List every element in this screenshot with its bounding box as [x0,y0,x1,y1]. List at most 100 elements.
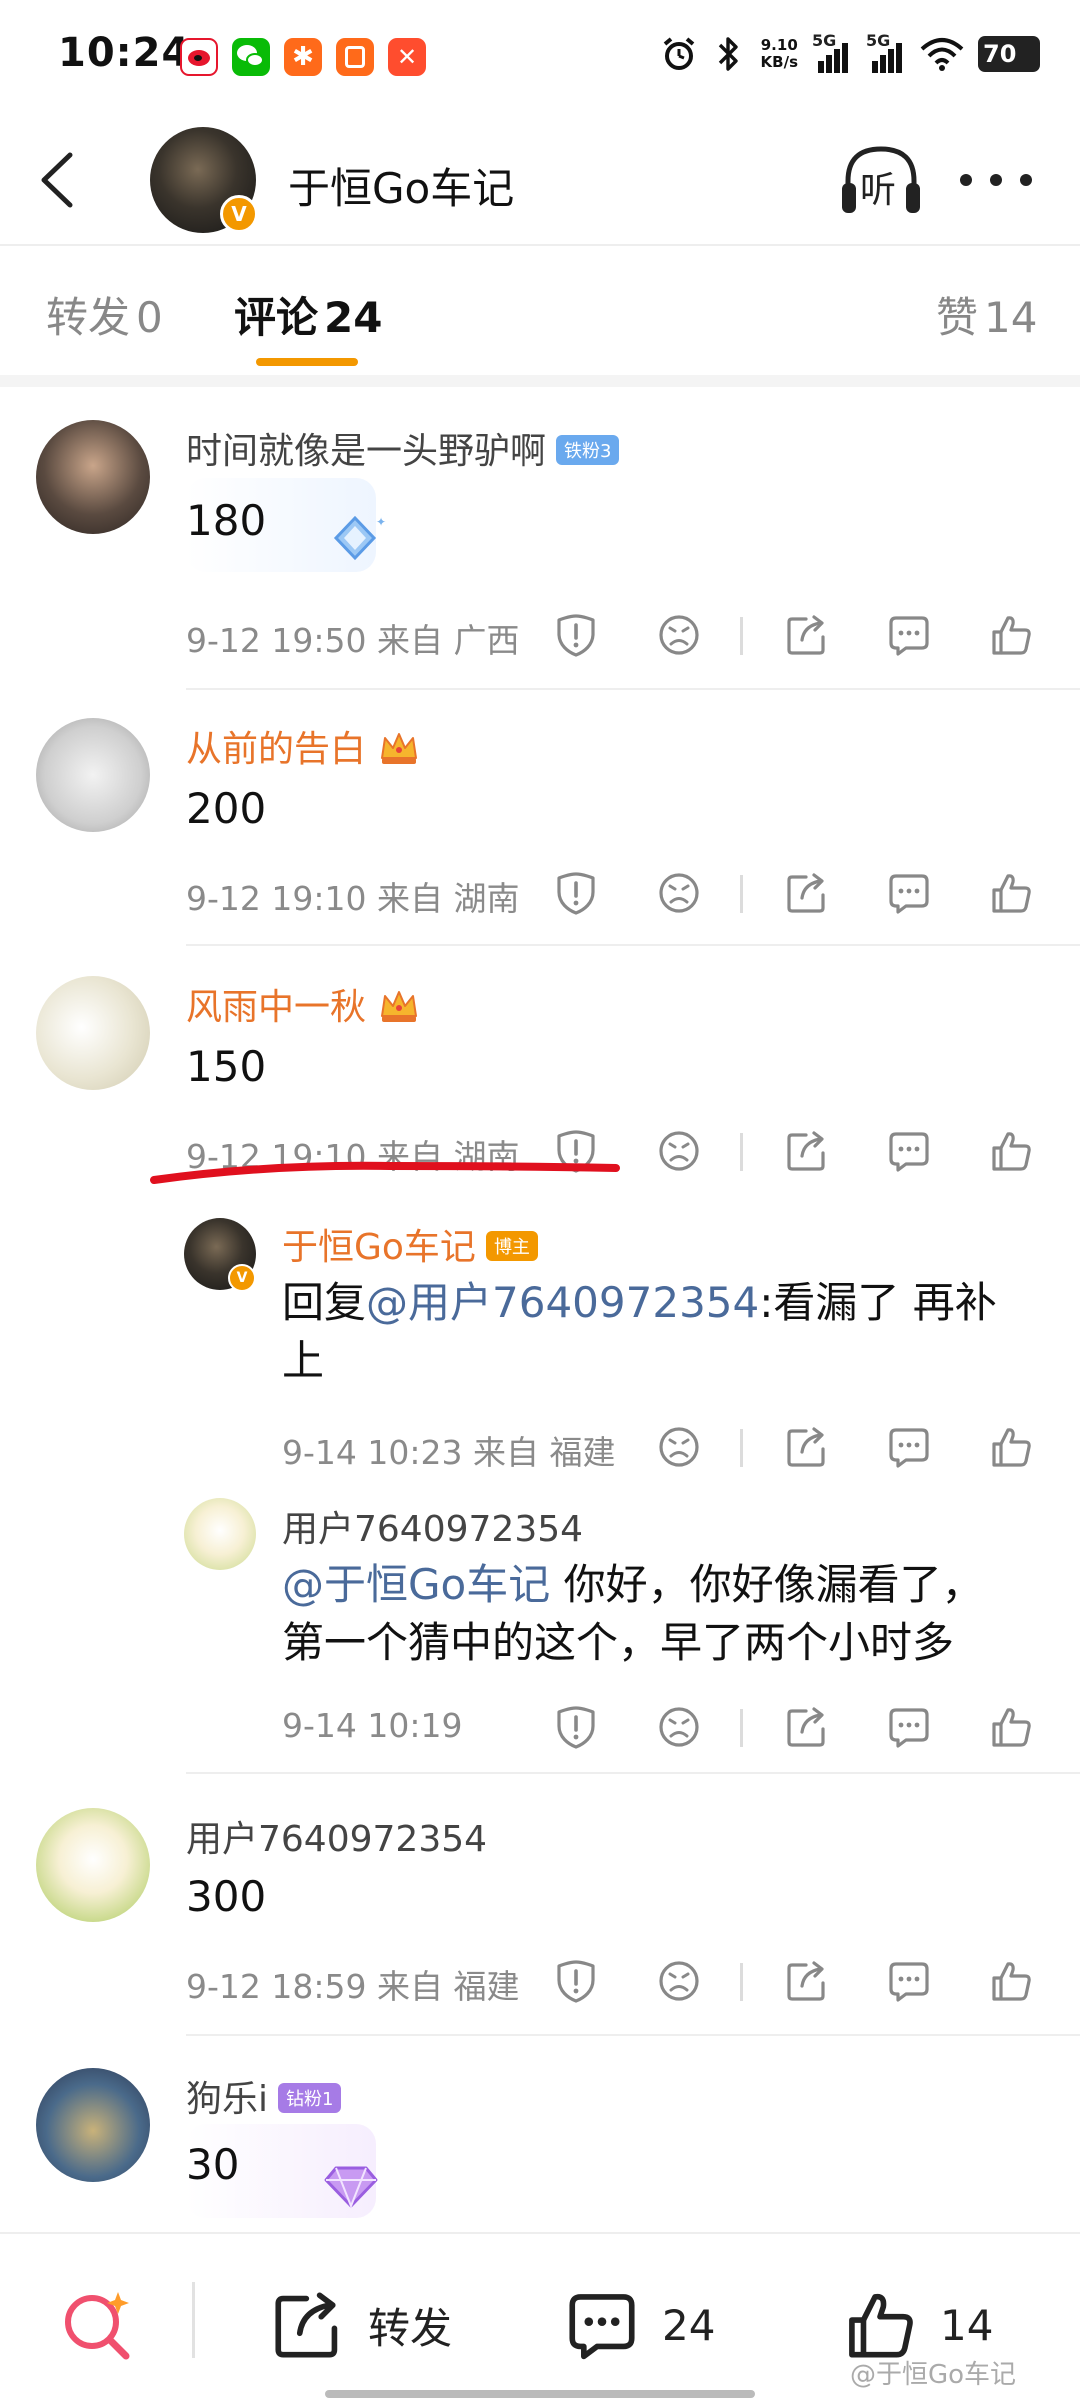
dislike-icon[interactable] [656,1128,702,1174]
comment-username[interactable]: 用户7640972354 [186,1810,487,1862]
share-icon[interactable] [784,1704,830,1750]
reply-avatar[interactable] [184,1498,256,1570]
share-icon[interactable] [784,1424,830,1470]
comment-username[interactable]: 风雨中一秋 [186,978,420,1030]
system-icons: 9.10 KB/s 5G 5G 70 [661,31,1040,74]
signal-1: 5G [812,31,852,73]
more-button[interactable] [960,165,1032,195]
avatar[interactable] [36,420,150,534]
more-dot-icon [990,174,1002,186]
avatar[interactable] [36,2068,150,2182]
tab-bar: 转发 0 评论 24 赞 14 [0,250,1080,370]
repost-button[interactable]: 转发 [270,2290,452,2360]
comment-username[interactable]: 狗乐i 钻粉1 [186,2070,342,2122]
like-icon[interactable] [988,1958,1034,2004]
search-icon[interactable] [58,2286,138,2366]
report-icon[interactable] [553,870,599,916]
home-indicator[interactable] [325,2390,755,2398]
repost-label: 转发 [368,2303,453,2353]
mention-link[interactable]: @于恒Go车记 [282,1560,550,1609]
weibo-icon [180,38,218,76]
comment-icon [569,2294,635,2360]
repost-icon [275,2292,338,2358]
comment-meta: 9-12 18:59 来自 福建 [186,1967,520,2006]
reply-username[interactable]: 用户7640972354 [282,1500,583,1552]
like-icon[interactable] [988,1704,1034,1750]
alarm-icon [661,34,697,74]
comment-username[interactable]: 从前的告白 [186,720,420,772]
comment-meta: 9-12 19:10 来自 湖南 [186,879,520,918]
crown-icon [381,733,418,765]
like-icon[interactable] [988,1424,1034,1470]
dislike-icon[interactable] [656,1704,702,1750]
action-divider [740,1963,743,2001]
reply-text: @于恒Go车记 你好，你好像漏看了， 第一个猜中的这个，早了两个小时多 [282,1560,984,1667]
avatar[interactable] [36,1808,150,1922]
page-title[interactable]: 于恒Go车记 [288,155,514,216]
header: V 于恒Go车记 听 [0,115,1080,245]
reply-icon[interactable] [886,1424,932,1470]
purple-diamond-sticker-icon [324,2166,378,2209]
comment-text: 300 [186,1872,267,1921]
fan-badge: 铁粉3 [556,435,620,465]
blogger-badge: 博主 [485,1231,538,1261]
reply-icon[interactable] [886,1958,932,2004]
red-underline-annotation [150,1161,620,1184]
mention-link[interactable]: @用户7640972354 [366,1278,759,1327]
reply-meta: 9-14 10:23 来自 福建 [282,1433,616,1472]
avatar[interactable] [36,718,150,832]
dislike-icon[interactable] [656,612,702,658]
dislike-icon[interactable] [656,870,702,916]
back-button[interactable] [30,145,90,215]
comment-button[interactable]: 24 [564,2290,715,2360]
reply-icon[interactable] [886,1128,932,1174]
bluetooth-icon [711,34,747,74]
reply-text: 回复@用户7640972354:看漏了 再补上 [282,1278,997,1385]
report-icon[interactable] [553,612,599,658]
tab-reposts[interactable]: 转发 0 [46,284,163,345]
comment-divider [186,688,1080,690]
reply-icon[interactable] [886,870,932,916]
comment-count: 24 [662,2300,716,2350]
action-divider [740,1709,743,1747]
listen-button[interactable]: 听 [838,143,924,219]
tabs-divider [0,375,1080,387]
avatar[interactable] [36,976,150,1090]
share-icon[interactable] [784,1128,830,1174]
reply-icon[interactable] [886,612,932,658]
watermark: @于恒Go车记 [850,2360,1017,2390]
tab-likes[interactable]: 赞 14 [936,284,1037,345]
like-icon[interactable] [988,612,1034,658]
like-icon[interactable] [988,1128,1034,1174]
dislike-icon[interactable] [656,1958,702,2004]
share-icon[interactable] [784,870,830,916]
action-divider [740,1429,743,1467]
like-icon[interactable] [988,870,1034,916]
signal-2: 5G [866,31,906,73]
comment-divider [186,1772,1080,1774]
fan-badge: 钻粉1 [278,2083,342,2113]
like-button[interactable]: 14 [842,2290,993,2360]
action-divider [740,1133,743,1171]
svg-text:✦: ✦ [376,515,386,529]
app-green-icon [336,38,374,76]
status-bar: 10:24 ✱ ✕ 9.10 KB/s 5G 5G 70 [0,0,1080,115]
comment-divider [186,2034,1080,2036]
share-icon[interactable] [784,1958,830,2004]
tab-comments[interactable]: 评论 24 [234,284,382,345]
comment-username[interactable]: 时间就像是一头野驴啊 铁粉3 [186,422,620,474]
network-speed: 9.10 KB/s [760,36,798,71]
diamond-sticker-icon: ✦ [333,515,386,561]
dislike-icon[interactable] [656,1424,702,1470]
back-arrow-icon [41,152,73,208]
reply-username[interactable]: 于恒Go车记 博主 [282,1218,538,1270]
battery-indicator: 70 [978,36,1040,72]
active-tab-indicator [256,358,358,366]
report-icon[interactable] [553,1704,599,1750]
comment-text: 200 [186,784,267,833]
report-icon[interactable] [553,1958,599,2004]
listen-label: 听 [860,170,897,211]
share-icon[interactable] [784,612,830,658]
reply-icon[interactable] [886,1704,932,1750]
comment-text: 180 [186,496,267,545]
